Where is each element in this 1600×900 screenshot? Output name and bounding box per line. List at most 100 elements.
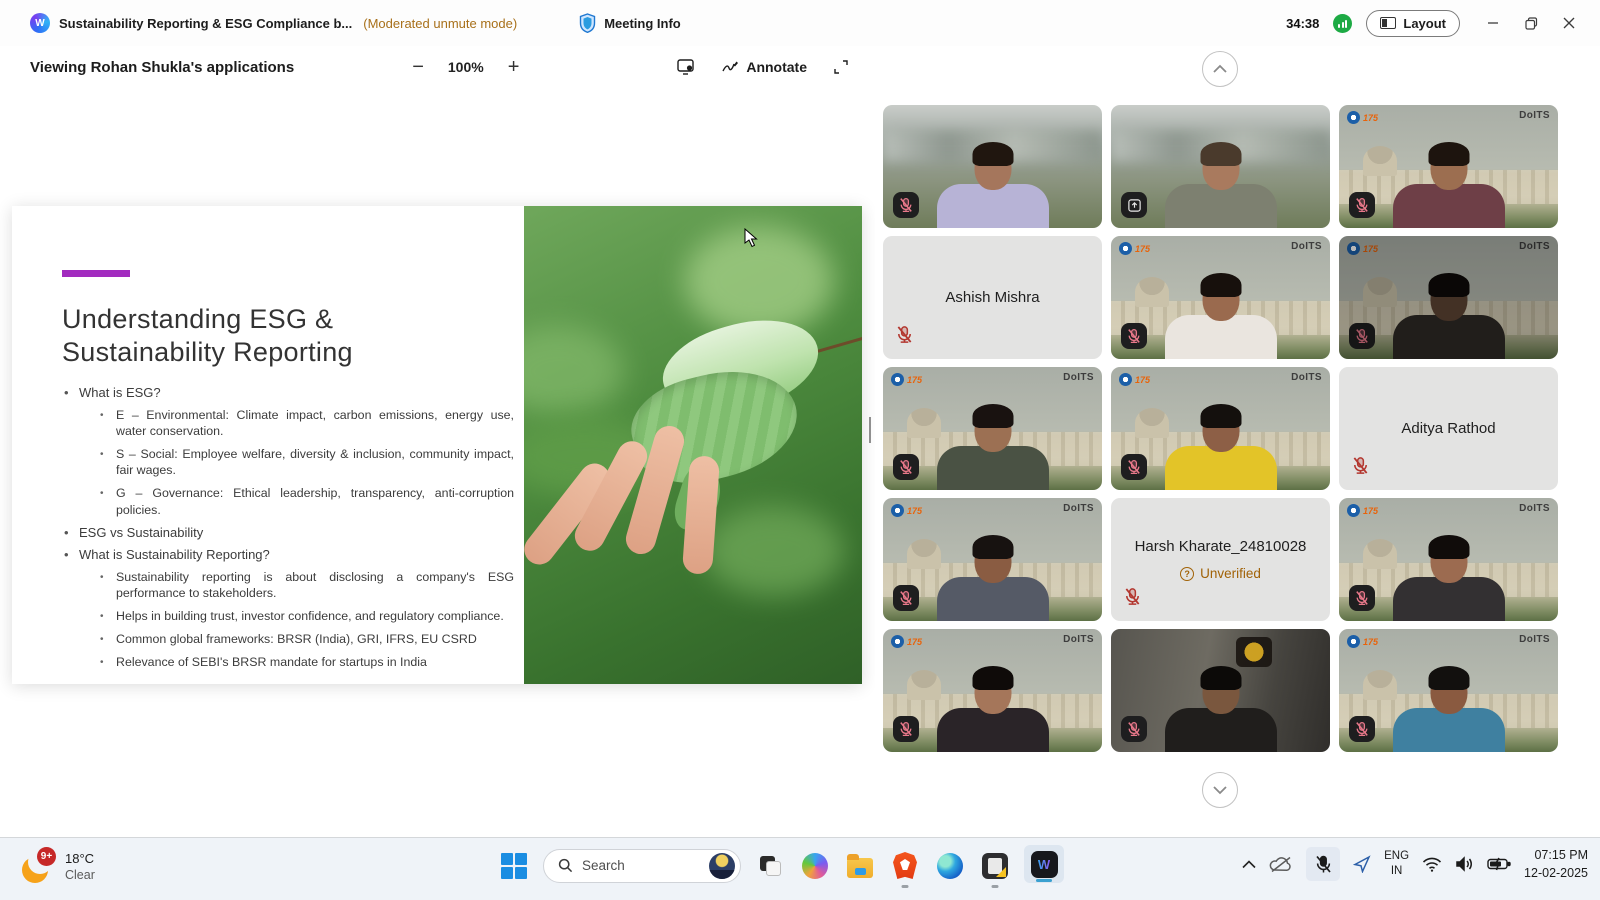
participant-tile[interactable]: 175DoITS (1339, 629, 1558, 752)
slide-photo-leaf-hand (524, 206, 862, 684)
share-control-bar: Viewing Rohan Shukla's applications − 10… (0, 46, 875, 88)
institute-logo-icon: 175 (1119, 373, 1150, 386)
annotate-button[interactable]: Annotate (722, 59, 807, 75)
participant-tile[interactable]: 175DoITS (1339, 236, 1558, 359)
scroll-down-button[interactable] (1202, 772, 1238, 808)
unverified-badge: ?Unverified (1180, 566, 1261, 581)
tray-clock[interactable]: 07:15 PM 12-02-2025 (1524, 846, 1588, 882)
webex-logo-icon: W (30, 13, 50, 33)
layout-label: Layout (1403, 16, 1446, 31)
muted-mic-icon (1349, 585, 1375, 611)
participant-grid: 175 DoITS Ashish Mishra 175 DoITS 175 DoITS… (883, 105, 1558, 752)
tray-overflow-chevron[interactable] (1242, 860, 1256, 869)
institute-logo-icon: 175 (891, 373, 922, 386)
participant-tile[interactable] (1111, 105, 1330, 228)
windows-taskbar: 9+ 18°C Clear Search (0, 837, 1600, 900)
video-watermark: DoITS (1063, 372, 1094, 383)
video-watermark: DoITS (1519, 503, 1550, 514)
start-button[interactable] (498, 850, 530, 882)
zoom-controls: − 100% + (412, 57, 519, 77)
webex-app-button[interactable]: W (1024, 845, 1064, 883)
muted-mic-icon (1121, 716, 1147, 742)
search-placeholder: Search (582, 858, 700, 873)
participant-tile[interactable]: Ashish Mishra (883, 236, 1102, 359)
location-arrow-icon[interactable] (1353, 855, 1371, 873)
language-switcher[interactable]: ENG IN (1384, 849, 1409, 879)
view-options-button[interactable] (677, 59, 696, 75)
muted-mic-icon (1351, 456, 1370, 480)
volume-icon[interactable] (1455, 856, 1474, 872)
muted-mic-icon (893, 192, 919, 218)
video-watermark: DoITS (1519, 110, 1550, 121)
slide-sub-bullet: Common global frameworks: BRSR (India), … (98, 631, 514, 647)
onedrive-paused-icon[interactable] (1269, 856, 1293, 873)
participant-video-silhouette (1156, 406, 1286, 490)
monitor-icon (677, 59, 696, 75)
slide-bullet: What is ESG? (62, 385, 514, 400)
system-tray: ENG IN (1242, 846, 1588, 882)
layout-button[interactable]: Layout (1366, 10, 1460, 37)
institute-logo-icon: 175 (1119, 242, 1150, 255)
weather-moon-icon: 9+ (20, 847, 56, 885)
expand-view-button[interactable] (833, 59, 849, 75)
tray-mic-muted-icon[interactable] (1306, 847, 1340, 881)
weather-widget[interactable]: 9+ 18°C Clear (20, 847, 95, 885)
tray-time: 07:15 PM (1524, 846, 1588, 864)
restore-button[interactable] (1512, 7, 1550, 39)
participant-tile[interactable]: 175 DoITS (883, 367, 1102, 490)
participant-tile[interactable]: 175DoITS (1111, 236, 1330, 359)
participant-tile[interactable]: Harsh Kharate_24810028 ?Unverified (1111, 498, 1330, 621)
edge-browser-button[interactable] (934, 850, 966, 882)
battery-icon[interactable] (1487, 857, 1511, 871)
video-watermark: DoITS (1063, 503, 1094, 514)
participant-tile[interactable]: 175 DoITS (1339, 498, 1558, 621)
slide-bullet-list: What is ESG?E – Environmental: Climate i… (62, 385, 514, 670)
participant-tile[interactable] (883, 105, 1102, 228)
copilot-button[interactable] (799, 850, 831, 882)
participant-video-silhouette (928, 668, 1058, 752)
shared-slide: Understanding ESG & Sustainability Repor… (12, 206, 862, 684)
participant-tile[interactable]: 175DoITS (883, 498, 1102, 621)
windows-logo-icon (501, 853, 527, 879)
scroll-up-button[interactable] (1202, 51, 1238, 87)
task-view-button[interactable] (754, 850, 786, 882)
layout-icon (1380, 17, 1396, 29)
meeting-info-button[interactable]: Meeting Info (579, 13, 681, 33)
muted-mic-icon (1349, 716, 1375, 742)
video-watermark: DoITS (1063, 634, 1094, 645)
participant-tile[interactable]: 175DoITS (883, 629, 1102, 752)
participant-video-silhouette (1384, 275, 1514, 359)
brave-icon (893, 852, 917, 879)
zoom-in-button[interactable]: + (508, 57, 520, 77)
participant-tile[interactable]: 175DoITS (1339, 105, 1558, 228)
window-controls (1474, 7, 1588, 39)
slide-sub-bullet: Relevance of SEBI's BRSR mandate for sta… (98, 654, 514, 670)
taskbar-center-icons: Search W (498, 848, 1064, 883)
notepad-app-button[interactable] (979, 850, 1011, 882)
connection-quality-icon[interactable] (1333, 14, 1352, 33)
muted-mic-icon (1349, 192, 1375, 218)
participant-video-silhouette (1384, 668, 1514, 752)
institute-logo-icon: 175 (1347, 504, 1378, 517)
participant-name: Harsh Kharate_24810028 (1135, 538, 1307, 555)
participant-tile[interactable]: 175DoITS (1111, 367, 1330, 490)
muted-mic-icon (1121, 454, 1147, 480)
zoom-out-button[interactable]: − (412, 57, 424, 77)
slide-text-column: Understanding ESG & Sustainability Repor… (12, 206, 524, 684)
minimize-button[interactable] (1474, 7, 1512, 39)
brave-browser-button[interactable] (889, 850, 921, 882)
viewing-label: Viewing Rohan Shukla's applications (0, 59, 294, 76)
slide-sub-bullet: S – Social: Employee welfare, diversity … (98, 446, 514, 478)
participant-tile[interactable]: Aditya Rathod (1339, 367, 1558, 490)
wifi-icon[interactable] (1422, 857, 1442, 872)
titlebar-right-group: 34:38 Layout (1286, 7, 1600, 39)
file-explorer-button[interactable] (844, 850, 876, 882)
participant-tile[interactable] (1111, 629, 1330, 752)
taskbar-search[interactable]: Search (543, 849, 741, 883)
slide-title: Understanding ESG & Sustainability Repor… (62, 303, 514, 369)
shield-icon (579, 13, 596, 33)
close-button[interactable] (1550, 7, 1588, 39)
slide-accent-bar (62, 270, 130, 277)
muted-mic-icon (893, 454, 919, 480)
meeting-timer: 34:38 (1286, 16, 1319, 31)
